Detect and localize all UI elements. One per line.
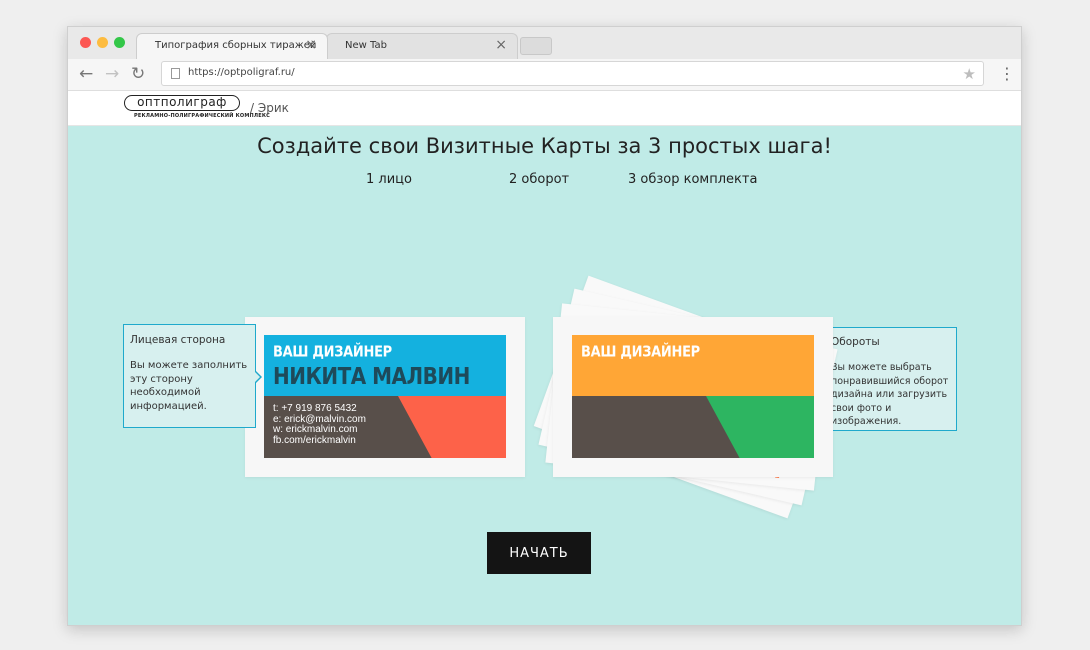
card-website: w: erickmalvin.com [273,424,358,435]
logo-wordmark: оптполиграф [124,95,240,111]
card-contacts: t: +7 919 876 5432 e: erick@malvin.com w… [273,403,366,446]
tab-close-icon[interactable]: × [305,37,317,53]
tooltip-body: Вы можете заполнить эту сторону необходи… [130,360,248,412]
site-logo[interactable]: оптполиграф РЕКЛАМНО-ПОЛИГРАФИЧЕСКИЙ КОМ… [124,95,270,119]
card-accent-shape [398,396,506,458]
card-role-text: ВАШ ДИЗАЙНЕР [581,344,700,362]
tooltip-title: Обороты [831,336,880,348]
site-header: оптполиграф РЕКЛАМНО-ПОЛИГРАФИЧЕСКИЙ КОМ… [68,91,1021,126]
close-window-button[interactable] [80,37,91,48]
card-role-text: ВАШ ДИЗАЙНЕР [273,344,392,362]
reload-icon[interactable]: ↻ [131,64,145,84]
back-card-top: ВАШ ДИЗАЙНЕР [572,335,814,396]
tooltip-pointer [254,370,262,384]
constructor-stage: Создайте свои Визитные Карты за 3 просты… [68,126,1021,625]
back-card: ВАШ ДИЗАЙНЕР [572,335,814,458]
tab-close-icon[interactable]: × [495,37,507,53]
start-button[interactable]: НАЧАТЬ [487,532,591,574]
tab-strip: Типография сборных тиражей × New Tab × [68,27,1021,59]
breadcrumb[interactable]: / Эрик [250,101,289,115]
card-facebook: fb.com/erickmalvin [273,434,356,446]
forward-arrow-icon[interactable]: → [105,64,119,84]
back-arrow-icon[interactable]: ← [79,64,93,84]
url-text[interactable]: https://optpoligraf.ru/ [188,67,295,78]
step-front[interactable]: 1 лицо [366,172,412,187]
card-accent-shape [706,396,814,458]
browser-window: Типография сборных тиражей × New Tab × ←… [67,26,1022,626]
bookmark-star-icon[interactable]: ★ [963,65,976,83]
back-side-tooltip: Обороты Вы можете выбрать понравившийся … [824,327,957,431]
front-card: ВАШ ДИЗАЙНЕР НИКИТА МАЛВИН t: +7 919 876… [264,335,506,458]
browser-toolbar: ← → ↻ https://optpoligraf.ru/ ★ ⋮ [68,59,1021,91]
step-review[interactable]: 3 обзор комплекта [628,172,757,187]
card-name-text: НИКИТА МАЛВИН [273,362,470,390]
browser-menu-icon[interactable]: ⋮ [999,64,1015,84]
tab-new-tab[interactable]: New Tab × [326,33,518,59]
card-phone: t: +7 919 876 5432 [273,403,357,414]
back-card-bottom [572,396,814,458]
tooltip-body: Вы можете выбрать понравившийся оборот д… [831,362,949,427]
minimize-window-button[interactable] [97,37,108,48]
web-page: оптполиграф РЕКЛАМНО-ПОЛИГРАФИЧЕСКИЙ КОМ… [68,91,1021,625]
tooltip-title: Лицевая сторона [130,334,226,346]
address-bar[interactable]: https://optpoligraf.ru/ ★ [161,61,984,86]
back-card-frame[interactable]: ВАШ ДИЗАЙНЕР [553,317,833,477]
front-card-frame[interactable]: ВАШ ДИЗАЙНЕР НИКИТА МАЛВИН t: +7 919 876… [245,317,525,477]
tab-title: Типография сборных тиражей [155,40,317,51]
tab-title: New Tab [345,40,387,51]
new-tab-button[interactable] [520,37,552,55]
step-back[interactable]: 2 оборот [509,172,569,187]
tab-active[interactable]: Типография сборных тиражей × [136,33,328,59]
front-side-tooltip: Лицевая сторона Вы можете заполнить эту … [123,324,256,428]
page-title: Создайте свои Визитные Карты за 3 просты… [257,134,832,158]
page-icon [171,68,180,79]
maximize-window-button[interactable] [114,37,125,48]
front-card-bottom: t: +7 919 876 5432 e: erick@malvin.com w… [264,396,506,458]
front-card-top: ВАШ ДИЗАЙНЕР НИКИТА МАЛВИН [264,335,506,396]
